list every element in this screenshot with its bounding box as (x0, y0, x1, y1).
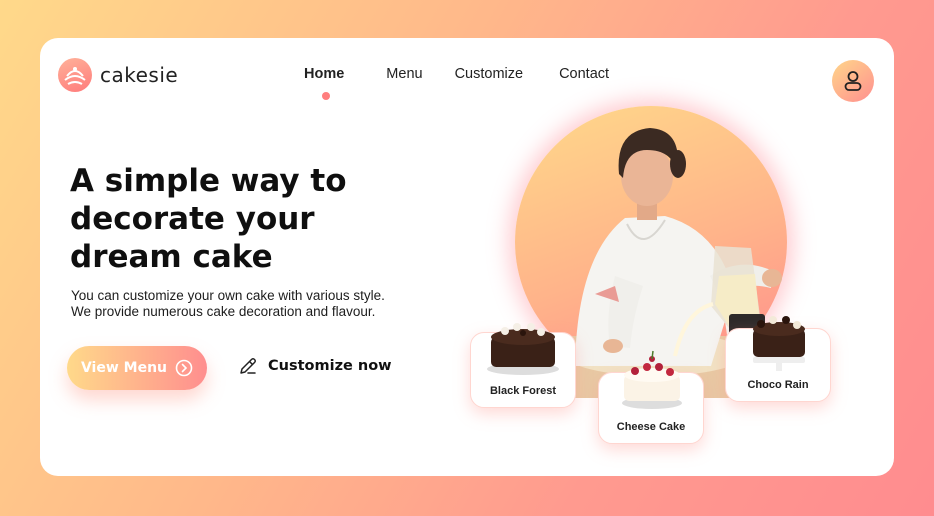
nav-item-contact[interactable]: Contact (559, 66, 609, 82)
black-forest-cake-image (487, 323, 559, 375)
cake-label: Black Forest (489, 385, 557, 397)
nav-item-home[interactable]: Home (304, 66, 344, 82)
profile-button[interactable] (832, 60, 874, 102)
pencil-icon (240, 358, 256, 374)
cake-card-black-forest[interactable]: Black Forest (470, 323, 576, 408)
brand-name: cakesie (100, 63, 179, 87)
cake-card-choco-rain[interactable]: Choco Rain (725, 316, 831, 402)
headline-line: decorate your (70, 201, 315, 237)
customize-now-label: Customize now (268, 358, 392, 374)
headline-line: dream cake (70, 239, 273, 275)
cake-label: Cheese Cake (616, 421, 686, 433)
choco-rain-cake-image (753, 316, 805, 371)
brand-logo[interactable]: cakesie (58, 58, 178, 92)
cheese-cake-image (622, 350, 682, 409)
headline-line: A simple way to (70, 163, 347, 199)
hero-headline: A simple way to decorate your dream cake (70, 162, 370, 276)
main-nav: Home Menu Customize Contact (304, 66, 609, 100)
main-card: cakesie Home Menu Customize Contact A si… (40, 38, 894, 476)
cake-card-cheese-cake[interactable]: Cheese Cake (598, 350, 704, 444)
hero-description: You can customize your own cake with var… (71, 288, 431, 320)
cake-label: Choco Rain (747, 379, 809, 391)
description-line: You can customize your own cake with var… (71, 288, 385, 303)
cake-logo-icon (58, 58, 92, 92)
view-menu-button[interactable]: View Menu (67, 346, 207, 390)
customize-now-button[interactable]: Customize now (238, 356, 392, 376)
nav-item-customize[interactable]: Customize (455, 66, 524, 82)
active-indicator (322, 92, 330, 100)
view-menu-label: View Menu (80, 360, 168, 376)
chevron-circle-right-icon (175, 359, 193, 377)
nav-item-menu[interactable]: Menu (386, 66, 422, 82)
description-line: We provide numerous cake decoration and … (71, 304, 376, 319)
user-icon (844, 71, 862, 91)
